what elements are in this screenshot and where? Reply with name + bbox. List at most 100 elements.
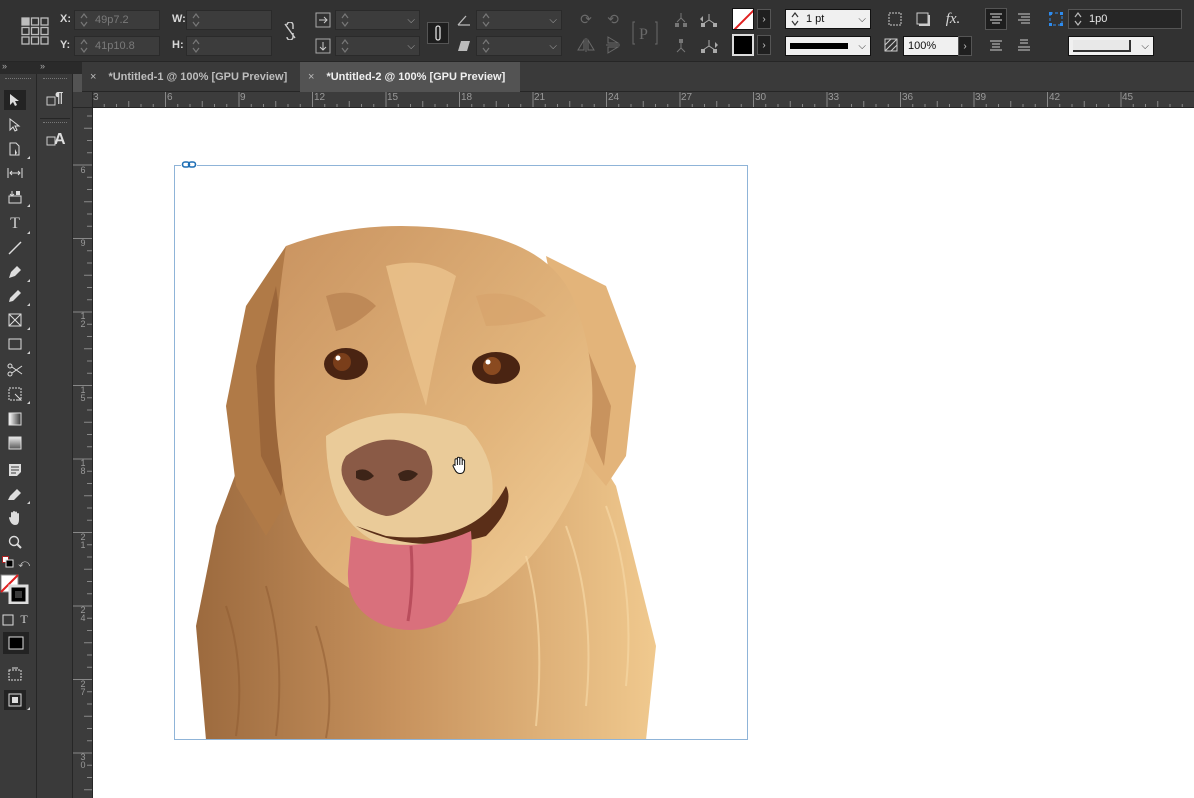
note-tool-icon[interactable]	[4, 460, 26, 480]
tab-untitled-2[interactable]: × *Untitled-2 @ 100% [GPU Preview]	[300, 62, 520, 92]
content-collector-tool-icon[interactable]	[4, 187, 30, 207]
ruler-label: 21	[534, 92, 546, 103]
selection-tool-icon[interactable]	[4, 90, 26, 110]
swap-fill-stroke-icon[interactable]: ⤺	[18, 558, 30, 570]
zoom-tool-icon[interactable]	[4, 532, 26, 552]
ruler-origin[interactable]	[73, 92, 93, 108]
flip-horizontal-icon[interactable]	[575, 34, 597, 56]
constrain-proportions-icon[interactable]	[279, 20, 301, 42]
direct-selection-tool-icon[interactable]	[4, 115, 26, 135]
chevron-right-icon[interactable]: ›	[757, 35, 771, 55]
line-tool-icon[interactable]	[4, 238, 26, 258]
stroke-black-swatch[interactable]	[732, 34, 754, 56]
link-icon[interactable]	[181, 158, 197, 172]
stepper-icon[interactable]	[1073, 11, 1083, 27]
chevron-right-icon[interactable]: ›	[757, 9, 771, 29]
vertical-ruler[interactable]: 6 9 1 2 1 5 1 8 2 1 2 4 2 7 3 0	[73, 108, 93, 798]
scale-y-field[interactable]: ⌵	[335, 36, 420, 56]
formatting-container-icon[interactable]	[2, 614, 14, 626]
rectangle-tool-icon[interactable]	[4, 334, 30, 354]
stroke-weight-field[interactable]: 1 pt ⌵	[785, 9, 871, 29]
eyedropper-tool-icon[interactable]	[4, 484, 30, 504]
stepper-icon[interactable]	[481, 38, 491, 54]
x-position-field[interactable]: 49p7.2	[74, 10, 160, 30]
opacity-field[interactable]: 100%	[903, 36, 959, 56]
scissors-tool-icon[interactable]	[4, 360, 26, 380]
chevron-down-icon[interactable]: ⌵	[1141, 38, 1149, 56]
align-text-center-icon[interactable]	[1013, 8, 1035, 30]
pencil-tool-icon[interactable]	[4, 286, 30, 306]
ruler-label: 1 2	[80, 311, 86, 329]
ruler-label: 30	[755, 92, 767, 103]
auto-fit-icon[interactable]	[1045, 8, 1067, 30]
chevron-down-icon[interactable]: ⌵	[549, 12, 557, 30]
rotate-angle-field[interactable]: ⌵	[476, 10, 562, 30]
reference-point-icon[interactable]	[20, 16, 50, 46]
chevron-down-icon[interactable]: ⌵	[407, 12, 415, 30]
stroke-type-dropdown[interactable]: ⌵	[785, 36, 871, 56]
object-style-dropdown[interactable]: ⌵	[1068, 36, 1154, 56]
select-previous-object-icon[interactable]	[698, 9, 720, 31]
page-tool-icon[interactable]	[4, 139, 30, 159]
rotate-clockwise-icon[interactable]: ⟳	[575, 8, 597, 30]
tab-untitled-1[interactable]: × *Untitled-1 @ 100% [GPU Preview]	[82, 62, 300, 92]
screen-mode-preview-icon[interactable]	[4, 690, 30, 710]
align-text-bottom-icon[interactable]	[1013, 34, 1035, 56]
collapse-tools-icon[interactable]: »	[2, 61, 7, 71]
type-tool-icon[interactable]: T	[4, 214, 30, 234]
constrain-scale-icon[interactable]	[427, 22, 449, 44]
stepper-icon[interactable]	[79, 12, 89, 28]
chevron-down-icon[interactable]: ⌵	[858, 38, 866, 56]
gap-tool-icon[interactable]	[4, 163, 26, 183]
apply-color-icon[interactable]	[3, 632, 29, 654]
stepper-icon[interactable]	[790, 11, 800, 27]
free-transform-tool-icon[interactable]	[4, 384, 30, 404]
chevron-down-icon[interactable]: ⌵	[407, 38, 415, 56]
close-tab-icon[interactable]: ×	[90, 71, 96, 83]
align-text-middle-icon[interactable]	[985, 34, 1007, 56]
rectangle-frame-tool-icon[interactable]	[4, 310, 30, 330]
tab-title: *Untitled-1 @ 100% [GPU Preview]	[108, 71, 288, 83]
chevron-down-icon[interactable]: ⌵	[858, 11, 866, 29]
select-next-object-icon[interactable]	[698, 35, 720, 57]
close-tab-icon[interactable]: ×	[308, 71, 314, 83]
flip-vertical-icon[interactable]	[602, 34, 624, 56]
stepper-icon[interactable]	[191, 38, 201, 54]
paragraph-styles-icon[interactable]: ¶	[45, 88, 67, 110]
chevron-right-icon[interactable]: ›	[958, 36, 972, 56]
scale-x-field[interactable]: ⌵	[335, 10, 420, 30]
stepper-icon[interactable]	[191, 12, 201, 28]
stepper-icon[interactable]	[79, 38, 89, 54]
drop-shadow-icon[interactable]	[912, 8, 934, 30]
fill-stroke-swatches[interactable]	[0, 574, 30, 604]
select-content-icon[interactable]	[670, 35, 692, 57]
select-container-icon[interactable]	[670, 9, 692, 31]
chevron-down-icon[interactable]: ⌵	[549, 38, 557, 56]
gradient-feather-tool-icon[interactable]	[4, 433, 26, 453]
frame-fitting-icon[interactable]	[884, 8, 906, 30]
shear-angle-field[interactable]: ⌵	[476, 36, 562, 56]
fill-none-swatch[interactable]	[732, 8, 754, 30]
rotate-counterclockwise-icon[interactable]: ⟲	[602, 8, 624, 30]
height-field[interactable]	[186, 36, 272, 56]
stepper-icon[interactable]	[340, 38, 350, 54]
x-value: 49p7.2	[95, 14, 129, 26]
effects-fx-icon[interactable]: fx.	[942, 8, 964, 30]
default-fill-stroke-icon[interactable]	[2, 556, 14, 568]
hand-tool-icon[interactable]	[4, 508, 26, 528]
stepper-icon[interactable]	[340, 12, 350, 28]
character-styles-icon[interactable]: A	[45, 128, 67, 150]
stepper-icon[interactable]	[481, 12, 491, 28]
graphic-frame[interactable]	[174, 165, 748, 740]
screen-mode-normal-icon[interactable]	[4, 664, 26, 684]
ruler-label: 2 4	[80, 605, 86, 623]
gradient-swatch-tool-icon[interactable]	[4, 409, 26, 429]
formatting-text-icon[interactable]: T	[18, 612, 30, 626]
gap-field[interactable]: 1p0	[1068, 9, 1182, 29]
width-field[interactable]	[186, 10, 272, 30]
align-text-top-icon[interactable]	[985, 8, 1007, 30]
horizontal-ruler[interactable]: 3 6 9 12 15 18 21 24 27 30 33 36 39 42 4…	[73, 92, 1194, 108]
pen-tool-icon[interactable]	[4, 262, 30, 282]
expand-panels-icon[interactable]: »	[40, 61, 45, 71]
y-position-field[interactable]: 41p10.8	[74, 36, 160, 56]
